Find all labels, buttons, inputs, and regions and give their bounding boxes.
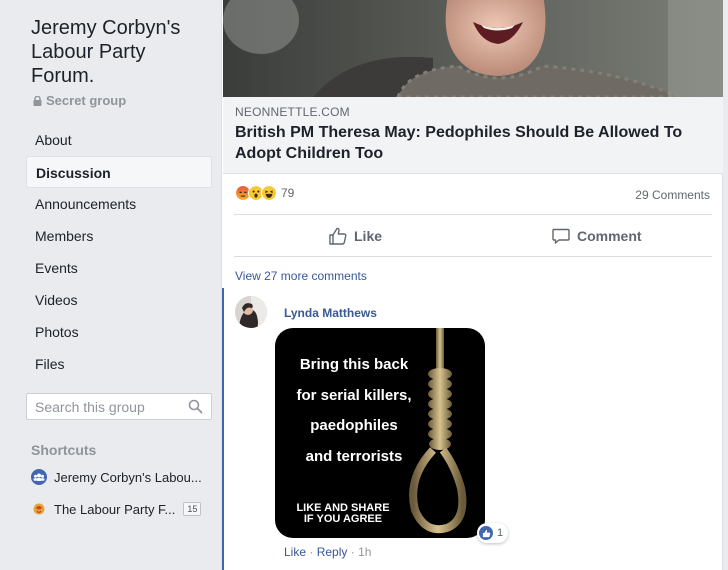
comment-reaction-count[interactable]: 1 xyxy=(477,523,509,543)
meme-line: Bring this back xyxy=(299,356,409,373)
comment-actions: Like · Reply · 1h xyxy=(284,545,371,559)
comment-label: Comment xyxy=(577,228,642,244)
search-icon[interactable] xyxy=(188,399,203,414)
group-nav: About Discussion Announcements Members E… xyxy=(26,124,212,380)
meme-footer: LIKE AND SHARE IF YOU AGREE xyxy=(283,503,403,525)
shortcuts-heading: Shortcuts xyxy=(31,442,97,458)
comment-like-link[interactable]: Like xyxy=(284,545,306,559)
separator: · xyxy=(309,545,314,559)
comment-image[interactable]: Bring this back for serial killers, paed… xyxy=(275,328,485,538)
lock-icon xyxy=(33,95,42,106)
nav-item-members[interactable]: Members xyxy=(26,220,212,252)
like-label: Like xyxy=(354,228,383,244)
meme-footer-line: IF YOU AGREE xyxy=(303,513,383,525)
link-preview-image[interactable] xyxy=(223,0,723,97)
thumbs-up-icon xyxy=(329,227,347,245)
like-button[interactable]: Like xyxy=(328,224,382,248)
group-privacy: Secret group xyxy=(33,93,126,108)
nav-item-videos[interactable]: Videos xyxy=(26,284,212,316)
privacy-label: Secret group xyxy=(46,93,127,108)
group-title[interactable]: Jeremy Corbyn's Labour Party Forum. xyxy=(31,16,211,88)
reaction-summary[interactable]: 79 xyxy=(235,185,294,201)
meme-line: paedophiles xyxy=(310,417,398,434)
group-icon xyxy=(31,469,47,485)
comment-reply-link[interactable]: Reply xyxy=(317,545,348,559)
search-input[interactable] xyxy=(27,394,177,419)
link-title[interactable]: British PM Theresa May: Pedophiles Shoul… xyxy=(235,122,705,164)
meme-line: for serial killers, xyxy=(296,386,412,404)
separator: · xyxy=(350,545,355,559)
view-more-comments-link[interactable]: View 27 more comments xyxy=(235,269,367,283)
shortcut-item[interactable]: Jeremy Corbyn's Labou... xyxy=(31,466,202,488)
preview-photo xyxy=(223,0,723,97)
comment-like-count: 1 xyxy=(497,527,504,539)
comment-timestamp[interactable]: 1h xyxy=(358,545,371,559)
comment-highlight-bar xyxy=(222,288,224,570)
nav-item-discussion[interactable]: Discussion xyxy=(26,156,212,188)
nav-item-files[interactable]: Files xyxy=(26,348,212,380)
reaction-count: 79 xyxy=(281,186,295,200)
comment-author[interactable]: Lynda Matthews xyxy=(284,306,377,320)
link-preview[interactable]: NEONNETTLE.COM British PM Theresa May: P… xyxy=(223,97,723,174)
nav-item-events[interactable]: Events xyxy=(26,252,212,284)
meme-line: and terrorists xyxy=(305,447,403,465)
rose-icon xyxy=(33,503,45,515)
comment-button[interactable]: Comment xyxy=(551,224,642,248)
shortcut-label: Jeremy Corbyn's Labou... xyxy=(54,469,202,485)
divider xyxy=(234,256,712,257)
group-sidebar: Jeremy Corbyn's Labour Party Forum. Secr… xyxy=(0,0,221,570)
comment-icon xyxy=(552,228,570,244)
avatar[interactable] xyxy=(235,296,267,328)
shortcut-label: The Labour Party F... xyxy=(54,501,176,517)
divider xyxy=(234,214,712,215)
like-reaction-icon xyxy=(479,526,493,540)
comment-count[interactable]: 29 Comments xyxy=(635,188,710,202)
haha-reaction-icon xyxy=(261,185,277,201)
group-search xyxy=(26,393,212,420)
nav-item-photos[interactable]: Photos xyxy=(26,316,212,348)
nav-item-about[interactable]: About xyxy=(26,124,212,156)
shortcut-item[interactable]: The Labour Party F... 15 xyxy=(31,498,202,520)
notification-badge: 15 xyxy=(183,502,202,516)
post-card: NEONNETTLE.COM British PM Theresa May: P… xyxy=(221,0,723,570)
nav-item-announcements[interactable]: Announcements xyxy=(26,188,212,220)
link-domain: NEONNETTLE.COM xyxy=(235,105,350,119)
meme-caption: Bring this back for serial killers, paed… xyxy=(275,350,433,472)
